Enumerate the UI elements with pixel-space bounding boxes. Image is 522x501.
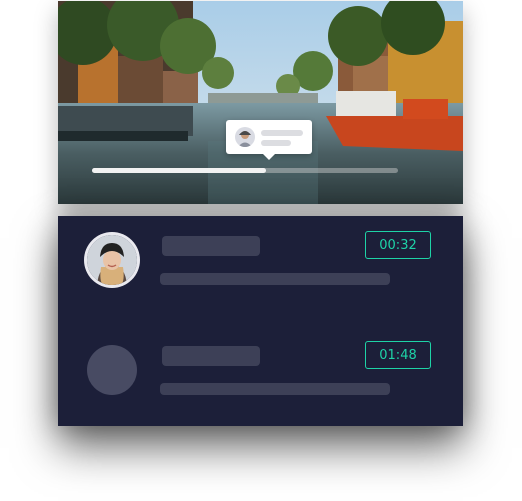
comment-marker-tooltip[interactable] xyxy=(226,120,312,160)
author-name-placeholder xyxy=(162,236,260,256)
comment-text-placeholder xyxy=(160,383,390,395)
tooltip-text-placeholder xyxy=(261,140,291,146)
canal-scene-image xyxy=(58,1,463,204)
avatar-placeholder xyxy=(87,345,137,395)
user-avatar[interactable] xyxy=(87,235,137,285)
author-name-placeholder xyxy=(162,346,260,366)
timestamp-badge[interactable]: 00:32 xyxy=(365,231,431,259)
video-progress-bar[interactable] xyxy=(92,168,398,173)
tooltip-text-placeholder xyxy=(261,130,303,136)
timestamp-badge[interactable]: 01:48 xyxy=(365,341,431,369)
comment-item: 00:32 xyxy=(58,216,463,306)
video-progress-fill xyxy=(92,168,267,173)
comment-text-placeholder xyxy=(160,273,390,285)
commenter-avatar-icon xyxy=(235,127,255,147)
comment-item: 01:48 xyxy=(58,326,463,416)
comments-panel: 00:32 01:48 xyxy=(58,216,463,426)
video-player[interactable] xyxy=(58,1,463,204)
